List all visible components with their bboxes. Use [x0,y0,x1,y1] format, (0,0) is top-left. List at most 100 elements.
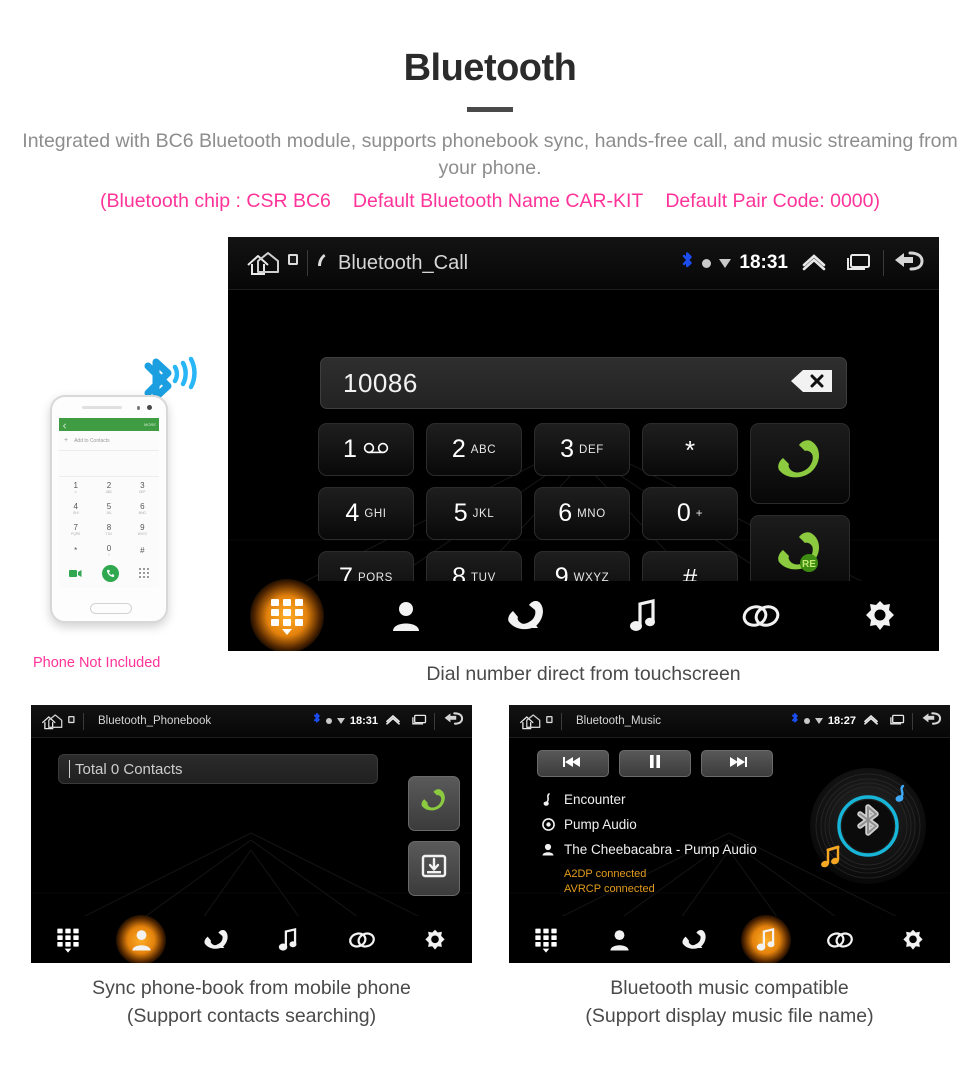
title-divider [467,106,513,112]
nav-music[interactable] [584,581,703,651]
backspace-icon[interactable] [790,368,834,399]
back-icon[interactable] [442,710,464,732]
link-icon [742,605,780,627]
pause-button[interactable] [619,750,691,777]
back-icon[interactable] [891,248,925,279]
nav-keypad[interactable] [31,916,105,963]
recents-icon[interactable] [889,712,906,730]
phone-keypad-icon [139,565,149,583]
contacts-search-input[interactable]: Total 0 Contacts [58,754,378,784]
nav-call-history[interactable] [178,916,252,963]
skip-back-icon [563,755,583,773]
phone-key: 0 + [106,544,112,557]
phone-screen: MORE + Add to Contacts 1 ∞ 2 ABC 3 DEF 4 GHI… [59,418,159,588]
bluetooth-icon [313,712,321,730]
recents-icon[interactable] [411,712,428,730]
previous-button[interactable] [537,750,609,777]
phone-back-icon [62,418,68,434]
key-0[interactable]: 0 + [642,487,738,540]
phone-key: 7 PQRS [71,523,81,536]
keypad-row: 1 2 ABC 3 DEF * [318,423,738,476]
spec-chip: (Bluetooth chip : CSR BC6 [100,190,331,213]
screen-cast-icon[interactable] [546,712,554,730]
artist-row: The Cheebacabra - Pump Audio [539,842,757,857]
spec-line: (Bluetooth chip : CSR BC6 Default Bluetoo… [0,190,980,213]
screen-cast-icon[interactable] [68,712,76,730]
phone-add-contacts-row: + Add to Contacts [59,431,159,451]
key-5[interactable]: 5 JKL [426,487,522,540]
next-button[interactable] [701,750,773,777]
screen-cast-icon[interactable] [288,253,300,273]
phonebook-caption-line2: (Support contacts searching) [126,1004,377,1027]
status-divider [307,250,308,276]
nav-settings[interactable] [877,916,951,963]
recents-icon[interactable] [845,251,873,276]
voicemail-icon [363,441,389,459]
note-icon [539,792,557,807]
gear-icon [425,929,445,950]
nav-keypad[interactable] [509,916,583,963]
bluetooth-feature-page: Bluetooth Integrated with BC6 Bluetooth … [0,0,980,1091]
status-divider-2 [912,712,913,730]
home-icon[interactable] [519,713,541,730]
chevron-up-icon[interactable] [863,712,879,730]
nav-link[interactable] [803,916,877,963]
phonebook-call-button[interactable] [408,776,460,831]
nav-contacts[interactable] [105,916,179,963]
music-metadata: Encounter Pump Audio The Cheebacabra - P… [539,792,757,896]
chevron-up-icon[interactable] [385,712,401,730]
key-4[interactable]: 4 GHI [318,487,414,540]
phonebook-status-bar: Bluetooth_Phonebook 18:31 [31,705,472,738]
nav-link[interactable] [702,581,821,651]
call-bottom-nav [228,581,939,651]
key-3[interactable]: 3 DEF [534,423,630,476]
key-1[interactable]: 1 [318,423,414,476]
music-status-bar: Bluetooth_Music 18:27 [509,705,950,738]
phone-add-contacts-label: Add to Contacts [74,437,110,444]
phonebook-download-button[interactable] [408,841,460,896]
phonebook-caption-line1: Sync phone-book from mobile phone [92,977,411,999]
link-icon [826,931,853,948]
nav-call-history[interactable] [465,581,584,651]
mute-icon [325,718,332,724]
keypad-row: 4 GHI 5 JKL 6 MNO 0 + [318,487,738,540]
key-6[interactable]: 6 MNO [534,487,630,540]
nav-contacts[interactable] [347,581,466,651]
nav-music[interactable] [730,916,804,963]
bluetooth-phonebook-screen: Bluetooth_Phonebook 18:31 Total 0 Contac… [31,705,472,963]
phone-not-included-note: Phone Not Included [33,655,161,671]
nav-call-history[interactable] [656,916,730,963]
home-icon[interactable] [246,250,280,276]
nav-settings[interactable] [821,581,940,651]
key-star[interactable]: * [642,423,738,476]
nav-keypad[interactable] [228,581,347,651]
phone-call-button [102,565,119,582]
text-caret [69,760,70,778]
nav-contacts[interactable] [583,916,657,963]
skip-forward-icon [727,755,747,773]
phone-key: 6 MNO [138,502,147,515]
a2dp-status: A2DP connected [564,868,647,880]
call-history-icon [508,601,544,630]
chevron-up-icon[interactable] [801,251,827,276]
nav-music[interactable] [252,916,326,963]
spec-pair-code: Default Pair Code: 0000) [665,190,880,213]
nav-link[interactable] [325,916,399,963]
back-icon[interactable] [920,710,942,732]
phone-home-button [90,603,132,614]
album-name: Pump Audio [564,817,637,832]
phone-key: 9 WXYZ [137,523,147,536]
contacts-icon [610,929,629,950]
call-button[interactable] [750,423,850,504]
redial-icon: RE [772,532,828,579]
phone-sensor [136,406,140,410]
home-icon[interactable] [41,713,63,730]
phonebook-body: Total 0 Contacts [31,738,472,963]
key-2[interactable]: 2 ABC [426,423,522,476]
bluetooth-music-screen: Bluetooth_Music 18:27 Encounter Pump Aud… [509,705,950,963]
dial-number-input[interactable]: 10086 [320,357,847,409]
nav-settings[interactable] [399,916,473,963]
artist-icon [539,843,557,856]
page-subtitle: Integrated with BC6 Bluetooth module, su… [22,129,958,180]
call-history-icon [204,929,228,949]
